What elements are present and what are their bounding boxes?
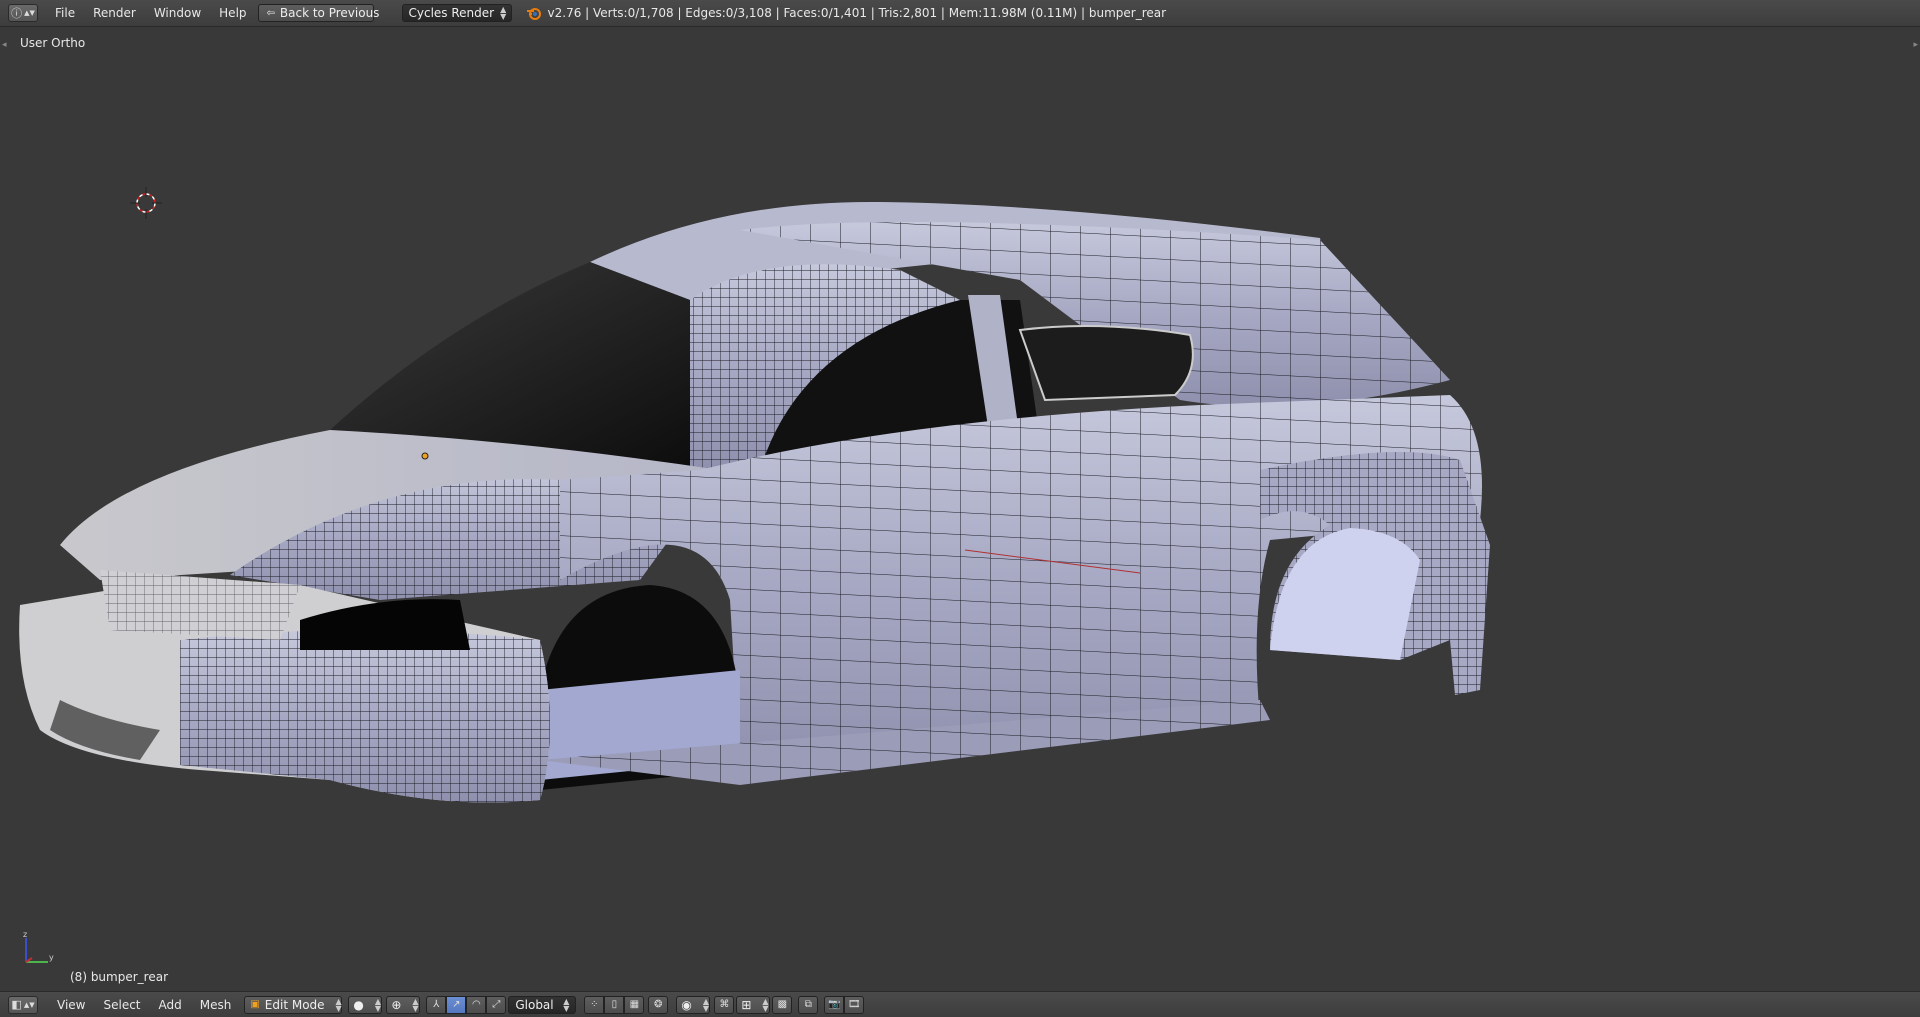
- viewport-shading-select[interactable]: ● ▲ ▼: [348, 995, 383, 1014]
- pivot-icon: ⊕: [391, 997, 402, 1012]
- render-engine-value: Cycles Render: [408, 6, 495, 20]
- chevron-updown-icon: ▲▼: [23, 1000, 35, 1009]
- stats-text: v2.76 | Verts:0/1,708 | Edges:0/3,108 | …: [547, 6, 1167, 20]
- menu-file[interactable]: File: [46, 6, 84, 20]
- viewport-menu: View Select Add Mesh: [48, 998, 240, 1012]
- back-to-previous-label: Back to Previous: [279, 6, 380, 20]
- chevron-updown-icon: ▲▼: [335, 996, 342, 1013]
- transform-orientation-select[interactable]: Global ▲ ▼: [508, 995, 577, 1014]
- 3d-view-icon: ◧: [11, 998, 22, 1011]
- axis-z-label: z: [23, 930, 27, 939]
- axis-gizmo-icon: z y: [23, 930, 54, 963]
- menu-add[interactable]: Add: [150, 998, 191, 1012]
- 3d-viewport[interactable]: User Ortho ◂ ▸ z y (8) bumper_rear: [0, 27, 1920, 991]
- chevron-updown-icon: ▲▼: [24, 9, 35, 17]
- snap-increment-icon: ⊞: [741, 997, 752, 1012]
- render-engine-select[interactable]: Cycles Render ▲ ▼: [401, 4, 512, 22]
- scene-stats: v2.76 | Verts:0/1,708 | Edges:0/3,108 | …: [526, 5, 1167, 21]
- menu-mesh[interactable]: Mesh: [191, 998, 241, 1012]
- select-mode-group: ⁘ ▯ ▦: [584, 995, 645, 1014]
- scale-manipulator-icon[interactable]: ⤢: [486, 995, 507, 1014]
- render-animation-icon[interactable]: 🎞: [844, 995, 865, 1014]
- mode-value: Edit Mode: [264, 997, 325, 1012]
- manipulator-group: ⅄ ↗ ◠ ⤢: [426, 995, 507, 1014]
- info-header: ⓘ ▲▼ File Render Window Help ⇦ Back to Pr…: [0, 0, 1920, 27]
- mode-select[interactable]: ▣ Edit Mode ▲ ▼: [244, 995, 343, 1014]
- vertex-select-icon[interactable]: ⁘: [584, 995, 605, 1014]
- pivot-point-select[interactable]: ⊕ ▲ ▼: [386, 995, 421, 1014]
- info-icon: ⓘ: [11, 7, 23, 20]
- menu-select[interactable]: Select: [94, 998, 149, 1012]
- chevron-updown-icon: ▲▼: [563, 996, 570, 1013]
- active-object-label: (8) bumper_rear: [70, 970, 168, 984]
- blender-logo-icon: [526, 8, 541, 20]
- chevron-updown-icon: ▲▼: [762, 996, 769, 1013]
- proportional-edit-icon: ◉: [681, 997, 692, 1012]
- mirror-icon[interactable]: ⧉: [798, 995, 819, 1014]
- editor-type-selector-3d[interactable]: ◧ ▲▼: [8, 995, 38, 1014]
- car-mesh[interactable]: [0, 27, 1920, 991]
- face-select-icon[interactable]: ▦: [624, 995, 645, 1014]
- axis-y-label: y: [49, 953, 54, 962]
- limit-selection-icon[interactable]: ❂: [648, 995, 669, 1014]
- menu-view[interactable]: View: [48, 998, 94, 1012]
- snap-target-icon[interactable]: ▩: [772, 995, 793, 1014]
- 3d-view-header: ◧ ▲▼ View Select Add Mesh ▣ Edit Mode ▲ ▼ …: [0, 991, 1920, 1017]
- top-menu: File Render Window Help: [46, 6, 256, 20]
- solid-shading-icon: ●: [353, 997, 364, 1012]
- back-arrow-icon: ⇦: [266, 7, 275, 19]
- proportional-edit-select[interactable]: ◉ ▲ ▼: [676, 995, 711, 1014]
- edit-mode-icon: ▣: [250, 999, 260, 1010]
- translate-manipulator-icon[interactable]: ↗: [446, 995, 467, 1014]
- snap-toggle-icon[interactable]: ⌘: [714, 995, 735, 1014]
- chevron-updown-icon: ▲▼: [500, 5, 507, 21]
- chevron-updown-icon: ▲▼: [702, 996, 709, 1013]
- render-image-icon[interactable]: 📷: [824, 995, 845, 1014]
- menu-render[interactable]: Render: [84, 6, 145, 20]
- render-buttons-group: 📷 🎞: [824, 995, 865, 1014]
- editor-type-selector[interactable]: ⓘ ▲▼: [8, 4, 38, 22]
- chevron-updown-icon: ▲▼: [374, 996, 381, 1013]
- chevron-updown-icon: ▲▼: [412, 996, 419, 1013]
- orientation-value: Global: [515, 997, 554, 1012]
- menu-window[interactable]: Window: [145, 6, 210, 20]
- back-to-previous-button[interactable]: ⇦ Back to Previous: [257, 4, 379, 22]
- edge-select-icon[interactable]: ▯: [604, 995, 625, 1014]
- menu-help[interactable]: Help: [210, 6, 255, 20]
- manipulator-toggle-icon[interactable]: ⅄: [426, 995, 447, 1014]
- snap-element-select[interactable]: ⊞ ▲ ▼: [736, 995, 771, 1014]
- rotate-manipulator-icon[interactable]: ◠: [466, 995, 487, 1014]
